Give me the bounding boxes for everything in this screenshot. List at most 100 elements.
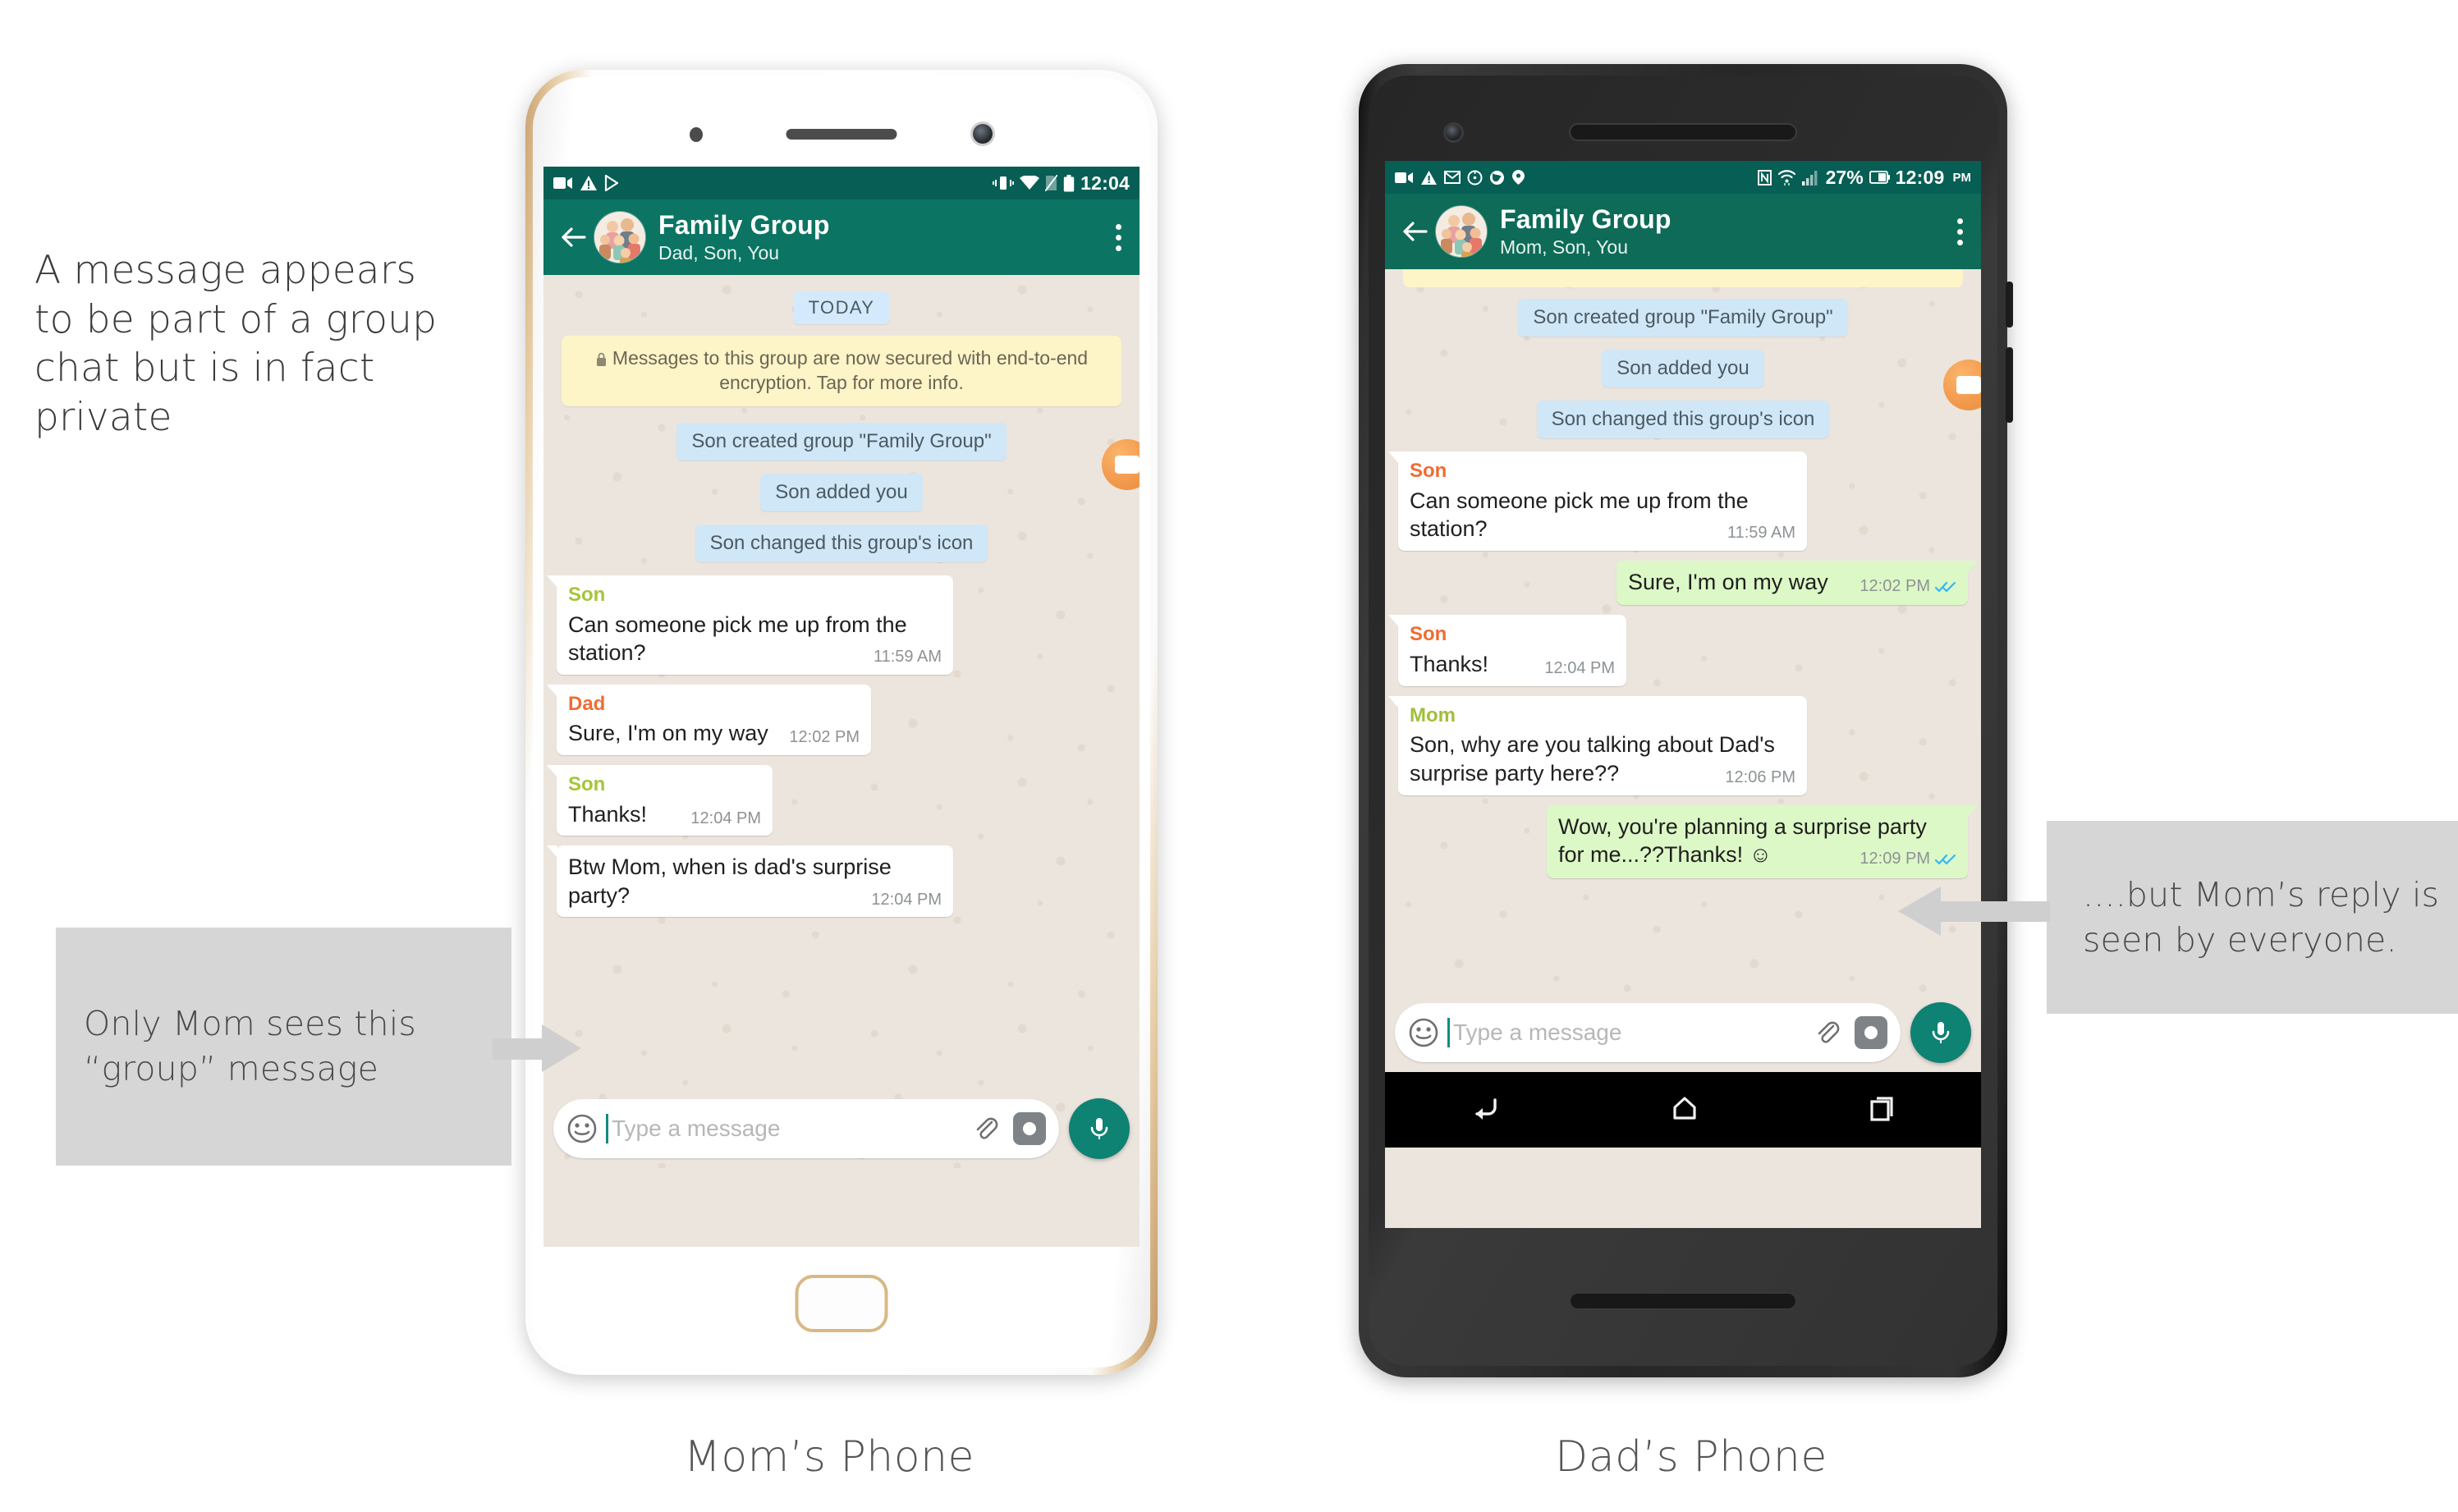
chat-bubble-outgoing[interactable]: Sure, I'm on my way 12:02 PM xyxy=(1617,560,1978,606)
chat-bubble-mom-reply[interactable]: Mom Son, why are you talking about Dad's… xyxy=(1388,695,1807,795)
message-text: Can someone pick me up from the station? xyxy=(568,612,907,666)
battery-icon xyxy=(1063,174,1075,192)
group-members-subtitle: Mom, Son, You xyxy=(1500,236,1628,259)
nfc-icon xyxy=(1757,169,1772,186)
chat-bubble[interactable]: Son Can someone pick me up from the stat… xyxy=(547,575,953,675)
system-message: Son created group "Family Group" xyxy=(676,422,1007,460)
message-input-placeholder[interactable]: Type a message xyxy=(1453,1019,1800,1046)
message-time: 11:59 AM xyxy=(873,648,942,667)
intro-explainer-text: A message appears to be part of a group … xyxy=(34,248,438,441)
back-nav-icon[interactable] xyxy=(1467,1092,1503,1129)
home-nav-icon[interactable] xyxy=(1668,1092,1701,1129)
message-time: 12:02 PM xyxy=(789,728,860,747)
earpiece-speaker xyxy=(1569,123,1797,141)
camera-icon[interactable] xyxy=(1013,1112,1046,1145)
warning-triangle-icon xyxy=(1420,170,1438,186)
dad-chat-canvas[interactable]: Son created group "Family Group" Son add… xyxy=(1385,269,1981,1072)
chat-bubble[interactable]: Dad Sure, I'm on my way 12:02 PM xyxy=(547,684,871,755)
message-input-pill[interactable]: Type a message xyxy=(1395,1003,1901,1062)
encryption-notice[interactable]: Messages to this group are now secured w… xyxy=(562,336,1121,406)
front-camera-icon xyxy=(1446,125,1461,140)
double-check-icon xyxy=(1934,850,1956,872)
avatar[interactable] xyxy=(594,212,645,263)
mom-status-bar: 12:04 xyxy=(543,167,1140,199)
message-time: 12:04 PM xyxy=(871,890,942,909)
callout-right: ....but Mom’s reply is seen by everyone. xyxy=(2047,821,2458,1014)
dad-status-time: 12:09 xyxy=(1895,166,1945,188)
back-arrow-icon[interactable] xyxy=(1398,215,1431,248)
wifi-icon xyxy=(1777,169,1796,186)
paperclip-icon[interactable] xyxy=(970,1113,1002,1144)
message-text: Btw Mom, when is dad's surprise party? xyxy=(568,855,892,908)
message-time: 12:06 PM xyxy=(1725,768,1795,787)
day-divider: TODAY xyxy=(793,291,890,324)
home-button[interactable] xyxy=(795,1275,888,1332)
side-button-upper[interactable] xyxy=(2006,282,2013,328)
proximity-sensor-icon xyxy=(690,127,703,142)
system-message: Son added you xyxy=(1602,350,1764,387)
chat-bubble[interactable]: Son Can someone pick me up from the stat… xyxy=(1388,451,1807,551)
double-check-icon xyxy=(1934,578,1956,599)
microphone-icon[interactable] xyxy=(1910,1002,1971,1063)
mom-composer: Type a message xyxy=(543,1089,1140,1168)
dad-status-bar: 27% 12:09 PM xyxy=(1385,161,1981,194)
message-input-pill[interactable]: Type a message xyxy=(553,1099,1059,1158)
system-message: Son created group "Family Group" xyxy=(1518,299,1848,337)
encryption-notice-partial xyxy=(1403,269,1963,287)
arrow-left-icon xyxy=(1898,887,2050,936)
encryption-notice-text: Messages to this group are now secured w… xyxy=(612,347,1089,393)
camera-icon[interactable] xyxy=(1855,1016,1887,1049)
back-arrow-icon[interactable] xyxy=(557,221,589,254)
dad-composer: Type a message xyxy=(1385,993,1981,1072)
dad-phone-screen: 27% 12:09 PM Family Group Mom, Son, You … xyxy=(1385,161,1981,1228)
message-input-placeholder[interactable]: Type a message xyxy=(612,1116,959,1142)
chat-bubble[interactable]: Son Thanks! 12:04 PM xyxy=(547,764,773,836)
caption-mom-phone: Mom’s Phone xyxy=(683,1432,975,1482)
smiley-icon[interactable] xyxy=(566,1113,598,1144)
location-icon xyxy=(1511,169,1525,186)
microphone-icon[interactable] xyxy=(1069,1098,1130,1159)
message-sender: Son xyxy=(568,583,606,606)
message-text: Thanks! xyxy=(568,801,648,827)
message-text: Can someone pick me up from the station? xyxy=(1410,488,1749,542)
system-message: Son changed this group's icon xyxy=(695,524,988,562)
mom-phone-screen: 12:04 Family Group Dad, Son, You TODAY M… xyxy=(543,167,1140,1247)
vibrate-icon xyxy=(993,176,1015,190)
bottom-speaker xyxy=(1569,1292,1797,1310)
paperclip-icon[interactable] xyxy=(1812,1017,1843,1048)
text-caret xyxy=(1447,1018,1450,1047)
front-camera-icon xyxy=(973,124,993,144)
wifi-icon xyxy=(1020,176,1040,190)
chat-bubble-outgoing[interactable]: Wow, you're planning a surprise party fo… xyxy=(1547,804,1978,878)
message-sender: Dad xyxy=(568,692,606,715)
clock-icon xyxy=(1467,170,1483,186)
caption-dad-phone: Dad’s Phone xyxy=(1555,1432,1827,1482)
message-time: 11:59 AM xyxy=(1727,524,1795,543)
chat-bubble[interactable]: Son Thanks! 12:04 PM xyxy=(1388,615,1626,686)
warning-triangle-icon xyxy=(580,175,598,191)
message-text: Sure, I'm on my way xyxy=(1628,569,1828,594)
message-sender: Son xyxy=(1410,460,1447,482)
earpiece-speaker xyxy=(786,129,897,140)
volume-button[interactable] xyxy=(2006,347,2013,423)
message-text: Sure, I'm on my way xyxy=(568,721,768,746)
video-camera-icon xyxy=(553,176,573,190)
gmail-icon xyxy=(1444,170,1461,185)
message-time: 12:04 PM xyxy=(1544,659,1615,678)
overflow-menu-icon[interactable] xyxy=(1956,218,1968,245)
battery-icon xyxy=(1869,171,1890,184)
mom-status-time: 12:04 xyxy=(1080,172,1130,194)
dad-status-ampm: PM xyxy=(1952,170,1972,185)
message-time: 12:09 PM xyxy=(1860,849,1956,872)
smiley-icon[interactable] xyxy=(1408,1017,1439,1048)
message-sender: Son xyxy=(1410,623,1447,646)
avatar[interactable] xyxy=(1436,206,1487,257)
video-camera-icon xyxy=(1395,171,1414,185)
mom-chat-canvas[interactable]: TODAY Messages to this group are now sec… xyxy=(543,275,1140,1168)
chat-bubble-private-message[interactable]: Btw Mom, when is dad's surprise party? 1… xyxy=(547,845,953,918)
overflow-menu-icon[interactable] xyxy=(1115,223,1126,251)
mom-phone-device: 12:04 Family Group Dad, Son, You TODAY M… xyxy=(525,70,1158,1375)
recents-nav-icon[interactable] xyxy=(1866,1092,1899,1129)
play-store-icon xyxy=(604,175,621,191)
message-time: 12:04 PM xyxy=(690,809,761,827)
